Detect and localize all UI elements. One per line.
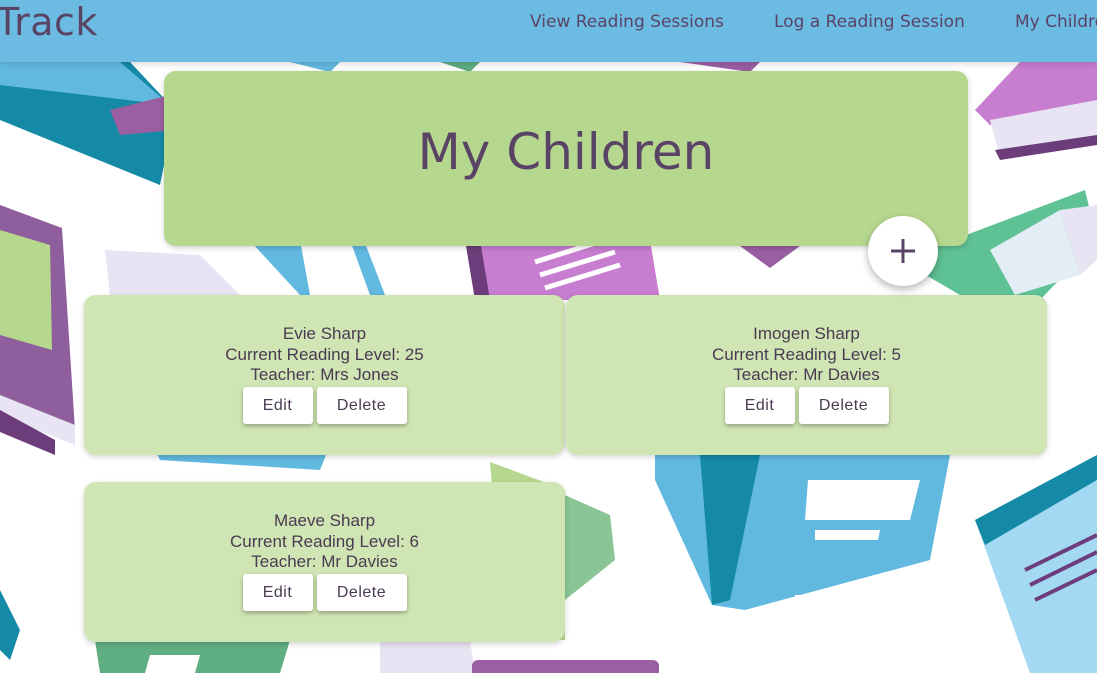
child-info: Evie Sharp Current Reading Level: 25 Tea… xyxy=(84,324,565,386)
bottom-action-button[interactable] xyxy=(472,660,659,673)
add-child-button[interactable] xyxy=(868,216,938,286)
child-actions: Edit Delete xyxy=(566,387,1047,424)
edit-button[interactable]: Edit xyxy=(242,387,313,424)
book-illustration xyxy=(975,455,1097,673)
child-info: Imogen Sharp Current Reading Level: 5 Te… xyxy=(566,324,1047,386)
nav-link-log-reading-session[interactable]: Log a Reading Session xyxy=(774,10,965,34)
child-reading-level: Current Reading Level: 25 xyxy=(225,344,424,364)
child-reading-level: Current Reading Level: 5 xyxy=(711,344,901,364)
child-name: Maeve Sharp xyxy=(273,511,376,530)
child-actions: Edit Delete xyxy=(84,574,565,611)
book-illustration xyxy=(465,237,660,300)
child-actions: Edit Delete xyxy=(84,387,565,424)
book-illustration xyxy=(655,455,950,610)
delete-button[interactable]: Delete xyxy=(798,387,889,424)
child-card: Imogen Sharp Current Reading Level: 5 Te… xyxy=(566,295,1047,455)
child-card: Evie Sharp Current Reading Level: 25 Tea… xyxy=(84,295,565,455)
delete-button[interactable]: Delete xyxy=(316,387,407,424)
book-illustration xyxy=(975,62,1097,160)
delete-button[interactable]: Delete xyxy=(316,574,407,611)
plus-icon xyxy=(891,239,915,263)
book-illustration xyxy=(0,62,175,185)
child-teacher: Teacher: Mr Davies xyxy=(251,552,398,571)
edit-button[interactable]: Edit xyxy=(242,574,313,611)
child-card: Maeve Sharp Current Reading Level: 6 Tea… xyxy=(84,482,565,642)
child-teacher: Teacher: Mr Davies xyxy=(733,365,880,384)
child-reading-level: Current Reading Level: 6 xyxy=(229,531,419,551)
top-navbar: Track View Reading Sessions Log a Readin… xyxy=(0,0,1097,62)
child-info: Maeve Sharp Current Reading Level: 6 Tea… xyxy=(84,511,565,573)
edit-button[interactable]: Edit xyxy=(724,387,795,424)
nav-link-my-children[interactable]: My Children xyxy=(1015,10,1097,34)
page-title: My Children xyxy=(417,122,715,181)
child-teacher: Teacher: Mrs Jones xyxy=(250,365,399,384)
book-illustration xyxy=(0,205,75,455)
child-name: Imogen Sharp xyxy=(753,324,860,343)
child-name: Evie Sharp xyxy=(282,324,367,343)
nav-link-view-reading-sessions[interactable]: View Reading Sessions xyxy=(530,10,724,34)
brand-logo-text[interactable]: Track xyxy=(0,0,98,44)
page-title-card: My Children xyxy=(164,71,968,246)
